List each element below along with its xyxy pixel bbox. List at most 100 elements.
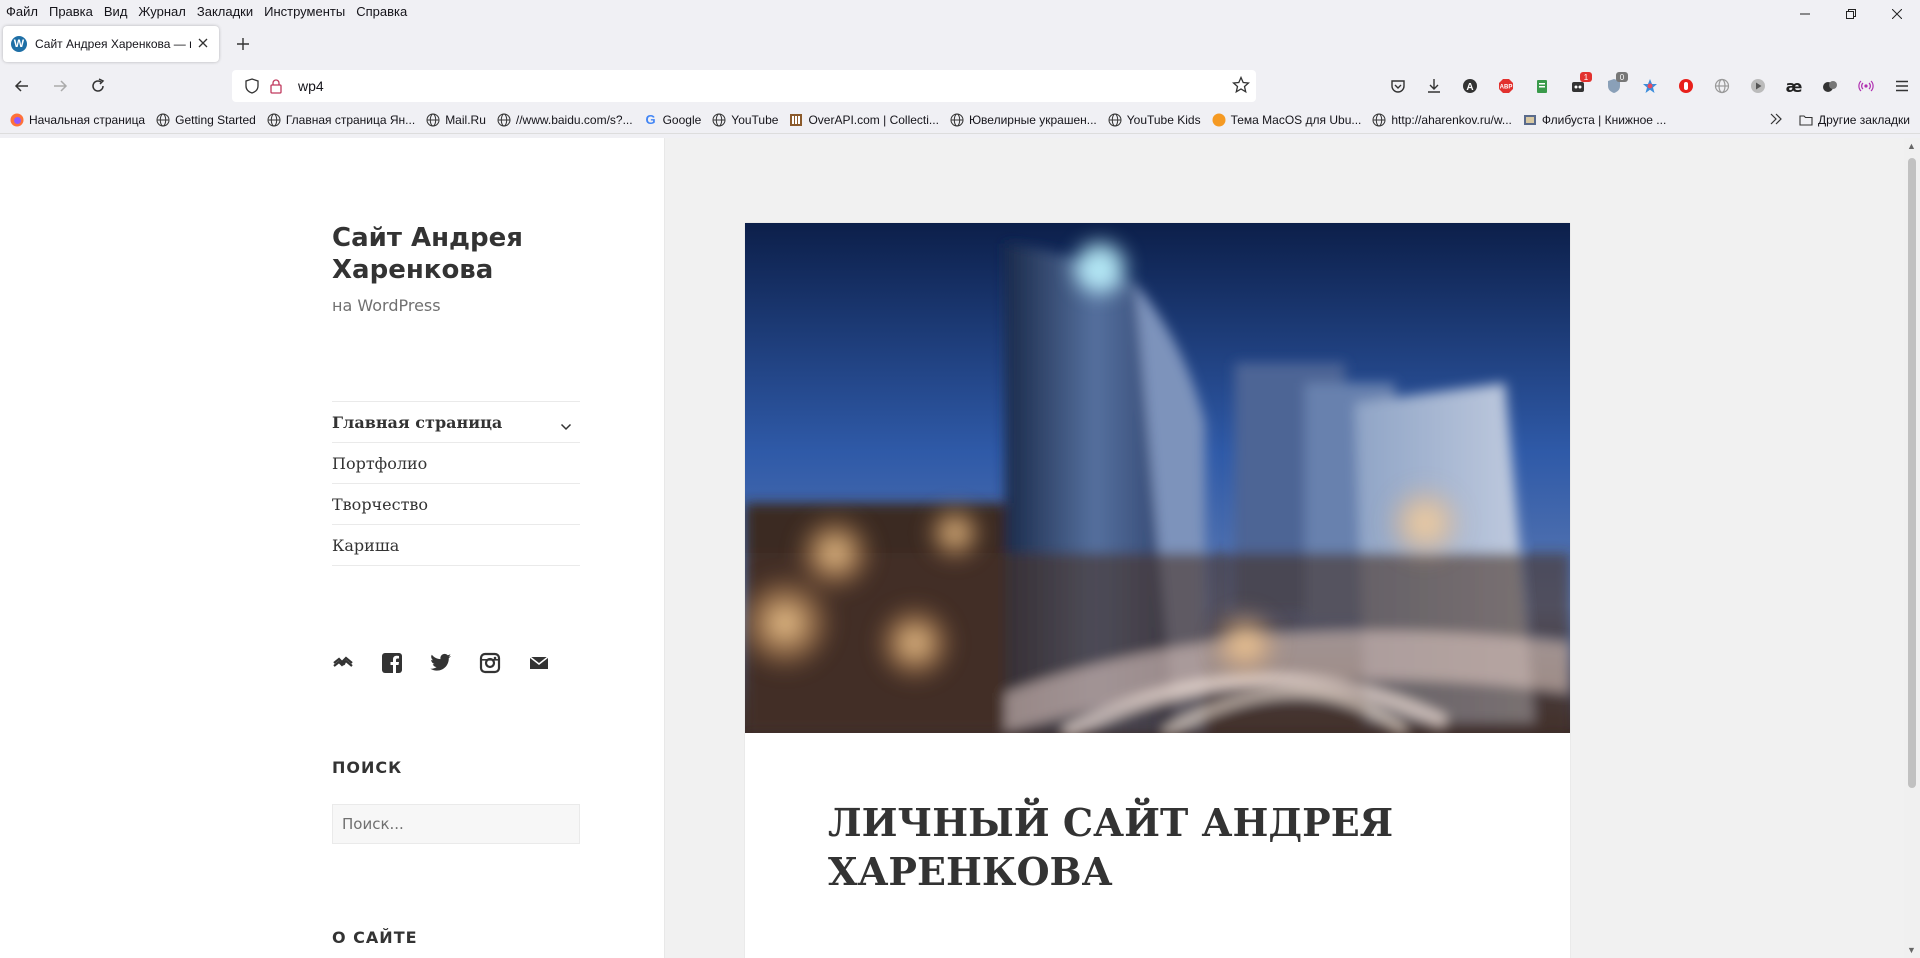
lock-icon[interactable] xyxy=(264,78,288,94)
search-input[interactable]: Поиск... xyxy=(332,804,580,844)
wordpress-favicon-icon: W xyxy=(11,36,27,52)
play-circle-icon xyxy=(1751,79,1765,93)
menu-file[interactable]: Файл xyxy=(6,4,38,19)
bookmark-label: Флибуста | Книжное ... xyxy=(1541,112,1667,127)
other-bookmarks[interactable]: Другие закладки xyxy=(1818,113,1910,127)
main-menu: Главная страница Портфолио Творчество Ка… xyxy=(332,401,580,566)
featured-image[interactable] xyxy=(745,223,1570,733)
wordpress-icon[interactable] xyxy=(332,650,364,676)
downloads-button[interactable] xyxy=(1416,70,1452,102)
bookmark-item[interactable]: http://aharenkov.ru/w... xyxy=(1372,113,1512,127)
bookmark-item[interactable]: Ювелирные украшен... xyxy=(950,113,1097,127)
svg-text:A: A xyxy=(1466,82,1473,93)
tab-close-icon[interactable] xyxy=(195,35,211,53)
bookmark-item[interactable]: //www.baidu.com/s?... xyxy=(497,113,633,127)
bookmark-item[interactable]: Флибуста | Книжное ... xyxy=(1523,113,1666,127)
shield-icon[interactable] xyxy=(240,78,264,94)
window-controls xyxy=(1782,0,1920,28)
scrollbar-thumb[interactable] xyxy=(1908,158,1916,788)
site-title[interactable]: Сайт Андрея Харенкова xyxy=(332,222,580,286)
bookmark-item[interactable]: Начальная страница xyxy=(10,113,145,127)
extension-ae-button[interactable]: æ xyxy=(1776,70,1812,102)
bookmark-label: Главная страница Ян... xyxy=(285,112,416,127)
restore-button[interactable] xyxy=(1828,0,1874,28)
bookmark-item[interactable]: Главная страница Ян... xyxy=(267,113,415,127)
pocket-button[interactable] xyxy=(1380,70,1416,102)
forward-button[interactable] xyxy=(44,70,76,102)
extension-badge-count: 1 xyxy=(1580,72,1592,82)
bookmark-item[interactable]: Getting Started xyxy=(156,113,256,127)
tab-active[interactable]: W Сайт Андрея Харенкова — на xyxy=(3,26,219,62)
pocket-icon xyxy=(1391,80,1405,93)
tab-bar: W Сайт Андрея Харенкова — на xyxy=(0,22,1920,66)
bookmark-item[interactable]: G Google xyxy=(644,112,702,127)
bookmark-item[interactable]: Mail.Ru xyxy=(426,113,486,127)
account-a-icon: A xyxy=(1463,79,1477,93)
clipboard-icon xyxy=(1537,80,1547,93)
menu-view[interactable]: Вид xyxy=(104,4,128,19)
minimize-icon xyxy=(1800,13,1810,15)
chevron-double-right-icon[interactable] xyxy=(1769,113,1783,128)
extension-play-button[interactable] xyxy=(1740,70,1776,102)
bookmark-label: //www.baidu.com/s?... xyxy=(515,112,633,127)
bookmark-label: YouTube Kids xyxy=(1126,112,1201,127)
instagram-icon[interactable] xyxy=(479,650,511,676)
folder-icon xyxy=(1799,114,1813,126)
extension-globe-button[interactable] xyxy=(1704,70,1740,102)
extension-star-button[interactable] xyxy=(1632,70,1668,102)
search-widget-title: ПОИСК xyxy=(332,758,403,777)
mail-icon[interactable] xyxy=(528,650,560,676)
menu-help[interactable]: Справка xyxy=(356,4,407,19)
facebook-icon[interactable] xyxy=(381,650,413,676)
url-text: wp4 xyxy=(298,78,324,94)
extension-green-button[interactable] xyxy=(1524,70,1560,102)
menu-bookmarks[interactable]: Закладки xyxy=(197,4,253,19)
bookmark-label: Google xyxy=(662,112,702,127)
menu-item-portfolio[interactable]: Портфолио xyxy=(332,443,580,484)
minimize-button[interactable] xyxy=(1782,0,1828,28)
extension-radio-button[interactable] xyxy=(1848,70,1884,102)
scroll-down-icon[interactable]: ▼ xyxy=(1907,945,1916,955)
menu-history[interactable]: Журнал xyxy=(138,4,185,19)
bookmark-item[interactable]: Тема MacOS для Ubu... xyxy=(1212,113,1361,127)
menu-tools[interactable]: Инструменты xyxy=(264,4,345,19)
menu-item-karisha[interactable]: Кариша xyxy=(332,525,580,566)
back-button[interactable] xyxy=(6,70,38,102)
globe-icon xyxy=(156,113,170,127)
close-icon xyxy=(1892,9,1902,19)
google-icon: G xyxy=(645,112,656,127)
close-window-button[interactable] xyxy=(1874,0,1920,28)
bookmark-star-icon[interactable] xyxy=(1231,75,1251,97)
adblock-icon: ABP xyxy=(1499,79,1513,93)
globe-icon xyxy=(426,113,440,127)
globe-icon xyxy=(267,113,281,127)
overapi-icon xyxy=(789,113,803,127)
menu-item-creativity[interactable]: Творчество xyxy=(332,484,580,525)
adblock-button[interactable]: ABP xyxy=(1488,70,1524,102)
extension-badge2-button[interactable]: 0 xyxy=(1596,70,1632,102)
extension-a-button[interactable]: A xyxy=(1452,70,1488,102)
menu-edit[interactable]: Правка xyxy=(49,4,93,19)
reload-button[interactable] xyxy=(82,70,114,102)
chevron-down-icon[interactable] xyxy=(560,416,572,435)
extension-badge1-button[interactable]: 1 xyxy=(1560,70,1596,102)
url-bar[interactable]: wp4 xyxy=(232,70,1256,102)
circles-icon xyxy=(1823,81,1837,92)
extension-dots-button[interactable] xyxy=(1812,70,1848,102)
bookmark-item[interactable]: YouTube Kids xyxy=(1108,113,1201,127)
globe-icon xyxy=(1372,113,1386,127)
twitter-icon[interactable] xyxy=(430,650,462,676)
social-links xyxy=(332,650,577,676)
hamburger-menu-icon xyxy=(1896,80,1908,92)
firefox-icon xyxy=(10,113,24,127)
app-menu-button[interactable] xyxy=(1884,70,1920,102)
bookmark-item[interactable]: YouTube xyxy=(712,113,778,127)
menu-item-home[interactable]: Главная страница xyxy=(332,402,580,443)
arrow-left-icon xyxy=(14,80,28,92)
entry-title[interactable]: ЛИЧНЫЙ САЙТ АНДРЕЯ ХАРЕНКОВА xyxy=(828,798,1488,896)
scroll-up-icon[interactable]: ▲ xyxy=(1907,141,1916,151)
bookmark-item[interactable]: OverAPI.com | Collecti... xyxy=(789,113,939,127)
new-tab-button[interactable] xyxy=(227,28,259,60)
scrollbar[interactable]: ▲ ▼ xyxy=(1904,138,1920,958)
extension-red-button[interactable] xyxy=(1668,70,1704,102)
